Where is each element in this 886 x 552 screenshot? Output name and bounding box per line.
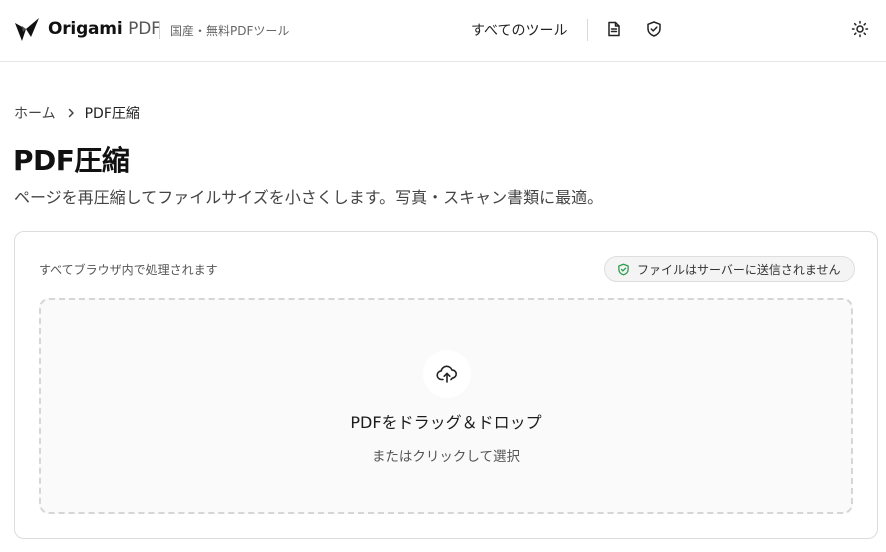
upload-icon-container — [423, 350, 471, 398]
tagline: 国産・無料PDFツール — [170, 24, 290, 38]
nav-all-tools-link[interactable]: すべてのツール — [471, 20, 567, 40]
breadcrumb-current: PDF圧縮 — [84, 106, 140, 122]
brand-name[interactable]: Origami PDF — [48, 19, 161, 39]
shield-check-icon — [617, 263, 630, 276]
dropzone-title: PDFをドラッグ＆ドロップ — [350, 413, 542, 432]
breadcrumb: ホーム PDF圧縮 — [14, 103, 140, 123]
dropzone-subtitle: またはクリックして選択 — [371, 449, 521, 465]
page-title: PDF圧縮 — [13, 144, 130, 177]
site-header: Origami PDF 国産・無料PDFツール すべてのツール — [0, 0, 886, 62]
logo-icon[interactable] — [14, 17, 40, 43]
file-dropzone[interactable]: PDFをドラッグ＆ドロップ またはクリックして選択 — [39, 298, 853, 514]
sun-icon[interactable] — [851, 20, 869, 38]
nav-divider — [587, 19, 588, 41]
breadcrumb-home-link[interactable]: ホーム — [14, 103, 56, 123]
brand-divider — [159, 21, 160, 39]
privacy-badge-label: ファイルはサーバーに送信されません — [637, 262, 841, 277]
shield-check-icon[interactable] — [645, 20, 663, 38]
document-icon[interactable] — [605, 20, 623, 38]
processing-note: すべてブラウザ内で処理されます — [39, 263, 218, 277]
privacy-badge: ファイルはサーバーに送信されません — [604, 256, 855, 282]
brand-name-suffix: PDF — [128, 19, 161, 39]
tool-card: すべてブラウザ内で処理されます ファイルはサーバーに送信されません PDFをドラ… — [14, 231, 878, 539]
page-description: ページを再圧縮してファイルサイズを小さくします。写真・スキャン書類に最適。 — [14, 188, 604, 207]
chevron-right-icon — [65, 107, 77, 119]
cloud-upload-icon — [436, 365, 457, 383]
brand-name-main: Origami — [48, 19, 123, 39]
